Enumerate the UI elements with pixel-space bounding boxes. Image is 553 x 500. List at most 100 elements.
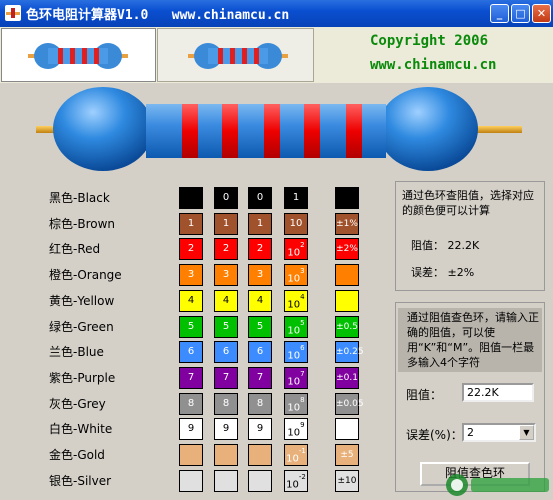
band2-swatch[interactable]: 9 [214, 418, 238, 440]
band-3 [264, 104, 280, 158]
tolerance-swatch[interactable]: ±2% [335, 238, 359, 260]
multiplier-swatch[interactable]: 106 [284, 341, 308, 363]
band2-swatch[interactable]: 5 [214, 316, 238, 338]
band1-swatch-text: 9 [187, 423, 195, 434]
tab-color-to-value[interactable] [1, 28, 156, 82]
tolerance-swatch[interactable] [335, 187, 359, 209]
band2-swatch-text: 7 [222, 372, 230, 383]
multiplier-swatch[interactable]: 10-1 [284, 444, 308, 466]
band2-swatch[interactable]: 2 [214, 238, 238, 260]
tab-value-to-color[interactable] [157, 28, 314, 82]
band1-swatch[interactable] [179, 187, 203, 209]
minimize-button[interactable]: _ [490, 4, 509, 23]
title-bar: 色环电阻计算器V1.0 www.chinamcu.cn _ □ ✕ [0, 0, 553, 27]
band1-swatch[interactable]: 1 [179, 213, 203, 235]
color-label: 紫色-Purple [49, 371, 116, 385]
tolerance-swatch[interactable]: ±10 [335, 470, 359, 492]
tolerance-swatch-text: ±10 [337, 476, 357, 486]
band2-swatch[interactable]: 8 [214, 393, 238, 415]
band3-swatch-text: 2 [256, 243, 264, 254]
tolerance-label: 误差： [411, 266, 444, 279]
band3-swatch[interactable]: 7 [248, 367, 272, 389]
multiplier-base: 1 [292, 192, 300, 203]
band1-swatch[interactable] [179, 470, 203, 492]
multiplier-swatch[interactable]: 109 [284, 418, 308, 440]
tolerance-selected-value: 2 [467, 426, 474, 439]
band2-swatch[interactable]: 7 [214, 367, 238, 389]
tolerance-swatch[interactable]: ±1% [335, 213, 359, 235]
band-2 [222, 104, 238, 158]
band3-swatch-text: 6 [256, 346, 264, 357]
band-5 [346, 104, 362, 158]
band3-swatch[interactable]: 2 [248, 238, 272, 260]
tolerance-swatch-text: ±0.1 [336, 373, 358, 383]
band1-swatch[interactable]: 4 [179, 290, 203, 312]
band1-swatch[interactable]: 8 [179, 393, 203, 415]
band1-swatch[interactable]: 7 [179, 367, 203, 389]
band2-swatch[interactable]: 3 [214, 264, 238, 286]
tolerance-swatch[interactable]: ±0.5 [335, 316, 359, 338]
band2-swatch-text: 1 [222, 218, 230, 229]
band1-swatch[interactable]: 2 [179, 238, 203, 260]
maximize-button[interactable]: □ [511, 4, 530, 23]
band1-swatch[interactable]: 9 [179, 418, 203, 440]
band3-swatch[interactable] [248, 470, 272, 492]
color-label: 兰色-Blue [49, 345, 104, 359]
band1-swatch[interactable]: 3 [179, 264, 203, 286]
multiplier-base: 10 [286, 453, 299, 465]
multiplier-swatch[interactable]: 10-2 [284, 470, 308, 492]
tolerance-swatch[interactable] [335, 418, 359, 440]
chevron-down-icon[interactable]: ▼ [519, 425, 534, 440]
multiplier-swatch[interactable]: 102 [284, 238, 308, 260]
band3-swatch[interactable]: 5 [248, 316, 272, 338]
band3-swatch-text: 1 [256, 218, 264, 229]
band1-swatch-text: 8 [187, 398, 195, 409]
multiplier-exponent: 9 [300, 421, 305, 429]
band2-swatch[interactable]: 4 [214, 290, 238, 312]
band2-swatch[interactable]: 6 [214, 341, 238, 363]
multiplier-swatch[interactable]: 104 [284, 290, 308, 312]
band2-swatch[interactable] [214, 444, 238, 466]
band3-swatch[interactable] [248, 444, 272, 466]
band1-swatch[interactable] [179, 444, 203, 466]
tolerance-swatch[interactable]: ±0.05 [335, 393, 364, 415]
band3-swatch[interactable]: 8 [248, 393, 272, 415]
band3-swatch[interactable]: 0 [248, 187, 272, 209]
multiplier-swatch[interactable]: 105 [284, 316, 308, 338]
tolerance-swatch[interactable] [335, 290, 359, 312]
tolerance-swatch[interactable]: ±5 [335, 444, 359, 466]
multiplier-base: 10 [287, 247, 301, 259]
tolerance-swatch-text: ±2% [336, 244, 358, 254]
tolerance-swatch[interactable]: ±0.25 [335, 341, 364, 363]
multiplier-swatch[interactable]: 1 [284, 187, 308, 209]
band2-swatch[interactable] [214, 470, 238, 492]
close-button[interactable]: ✕ [532, 4, 551, 23]
band3-swatch-text: 0 [256, 192, 264, 203]
website-text: www.chinamcu.cn [370, 57, 497, 73]
resistor-icon [28, 43, 128, 69]
band3-swatch[interactable]: 6 [248, 341, 272, 363]
tolerance-swatch[interactable] [335, 264, 359, 286]
band2-swatch-text: 5 [222, 321, 230, 332]
tolerance-swatch[interactable]: ±0.1 [335, 367, 359, 389]
tolerance-select[interactable]: 2 ▼ [462, 423, 536, 442]
band2-swatch[interactable]: 0 [214, 187, 238, 209]
multiplier-base: 10 [287, 376, 301, 388]
window-title: 色环电阻计算器V1.0 www.chinamcu.cn [26, 8, 290, 23]
multiplier-swatch[interactable]: 107 [284, 367, 308, 389]
band3-swatch-text: 8 [256, 398, 264, 409]
multiplier-swatch[interactable]: 10 [284, 213, 308, 235]
band1-swatch[interactable]: 6 [179, 341, 203, 363]
copyright-text: Copyright 2006 [370, 33, 489, 49]
resistor-app-icon [5, 5, 21, 21]
band3-swatch[interactable]: 9 [248, 418, 272, 440]
band3-swatch[interactable]: 1 [248, 213, 272, 235]
resistance-input[interactable] [462, 383, 534, 402]
multiplier-swatch[interactable]: 108 [284, 393, 308, 415]
band1-swatch[interactable]: 5 [179, 316, 203, 338]
band2-swatch[interactable]: 1 [214, 213, 238, 235]
band3-swatch[interactable]: 4 [248, 290, 272, 312]
band2-swatch-text: 2 [222, 243, 230, 254]
band3-swatch[interactable]: 3 [248, 264, 272, 286]
multiplier-swatch[interactable]: 103 [284, 264, 308, 286]
